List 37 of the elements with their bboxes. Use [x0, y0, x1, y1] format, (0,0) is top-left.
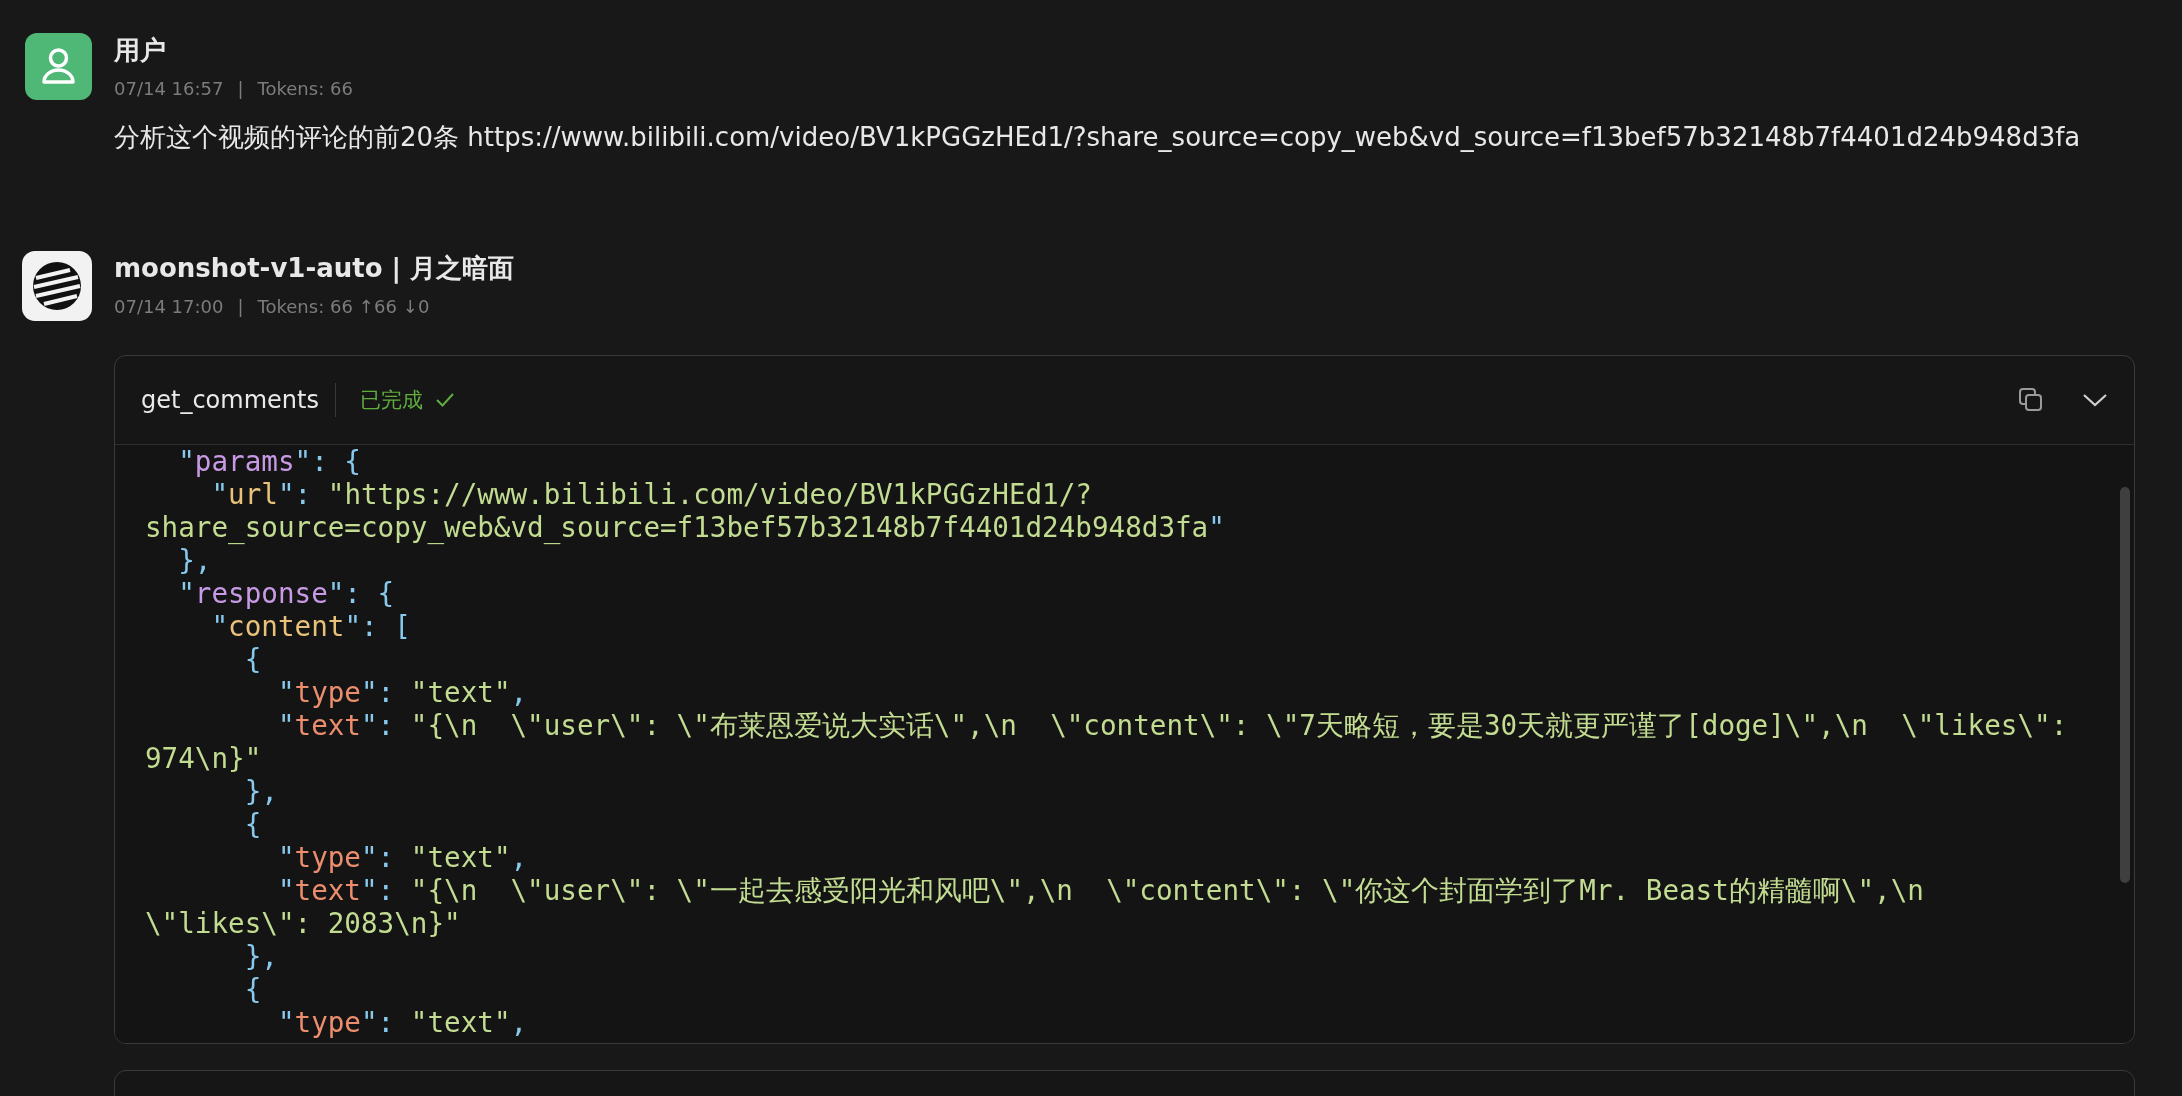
- token-count: Tokens: 66: [257, 295, 353, 319]
- meta-separator: |: [237, 295, 244, 319]
- code-line: "response": {: [177, 577, 395, 610]
- code-line: 974\n}": [145, 742, 262, 775]
- sender-name: moonshot-v1-auto | 月之暗面: [114, 252, 516, 285]
- chevron-down-icon[interactable]: [2082, 392, 2108, 408]
- code-line: "content": [: [210, 610, 411, 643]
- code-line: "type": "text",: [276, 1006, 528, 1039]
- code-line: "params": {: [177, 445, 361, 478]
- code-line: {: [243, 808, 262, 841]
- code-line: "text": "{\n \"user\": \"一起去感受阳光和风吧\",\n \"content\": \"你这个封面学到了Mr. Beast的精髓啊\",\n: [276, 874, 1924, 907]
- message-text: 分析这个视频的评论的前20条 https://www.bilibili.com/video/BV1kPGGzHEd1/?share_source=copy_web&vd_source=f13bef57b32148b7f4401d24b948d3fa: [114, 121, 2082, 154]
- tool-status: 已完成: [359, 387, 423, 414]
- code-line: "type": "text",: [276, 676, 528, 709]
- timestamp: 07/14 16:57: [114, 77, 224, 101]
- code-line: "type": "text",: [276, 841, 528, 874]
- code-line: },: [177, 544, 212, 577]
- code-line: {: [243, 643, 262, 676]
- scrollbar-thumb[interactable]: [2120, 487, 2130, 883]
- timestamp: 07/14 17:00: [114, 295, 224, 319]
- code-line: },: [243, 775, 278, 808]
- moon-logo-icon: [22, 251, 92, 321]
- code-line: "text": "{\n \"user\": \"布莱恩爱说大实话\",\n \"content\": \"7天略短，要是30天就更严谨了[doge]\",\n \"likes\":: [276, 709, 2068, 742]
- sender-name: 用户: [114, 34, 167, 67]
- code-line: {: [243, 973, 262, 1006]
- meta-separator: |: [237, 77, 244, 101]
- copy-icon[interactable]: [2018, 387, 2044, 413]
- token-count: Tokens: 66: [257, 77, 353, 101]
- input-token-count: ↑66: [358, 295, 397, 319]
- code-line: "url": "https://www.bilibili.com/video/BV1kPGGzHEd1/?: [210, 478, 1092, 511]
- tool-name: get_comments: [141, 386, 319, 414]
- code-line: share_source=copy_web&vd_source=f13bef57b32148b7f4401d24b948d3fa": [145, 511, 1225, 544]
- check-icon: [434, 392, 455, 408]
- output-token-count: ↓0: [402, 295, 430, 319]
- user-avatar-icon: [25, 33, 92, 100]
- code-line: },: [243, 940, 278, 973]
- code-line: \"likes\": 2083\n}": [145, 907, 461, 940]
